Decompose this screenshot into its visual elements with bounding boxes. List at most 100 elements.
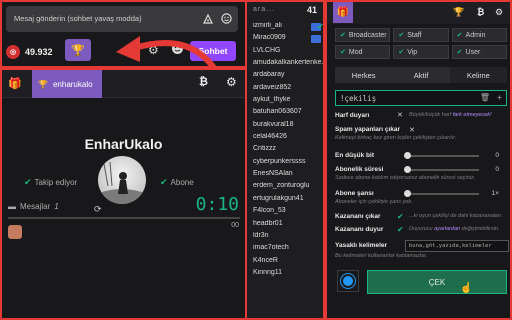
chat-bubble-icon: ▬ (8, 202, 16, 211)
username: celal46426 (253, 133, 287, 141)
user-list-item[interactable]: headbr01 (247, 220, 325, 232)
duyur-hint-link[interactable]: ayarlardan (434, 226, 460, 232)
role-checkbox[interactable]: ✔ Admin (451, 28, 507, 42)
gift-tab[interactable]: 🎁 (333, 1, 353, 23)
chat-panel: Mesaj gönderin (sohbet yavaş modda) ◎ 49… (0, 0, 247, 320)
user-list-item[interactable]: ertugrulakgun41 (247, 195, 325, 207)
x-icon[interactable]: ✕ (409, 126, 415, 134)
bit-value: 0 (495, 152, 499, 159)
follow-status-left: ✔ Takip ediyor (24, 177, 77, 188)
user-list-item[interactable]: cyberpunkerssss (247, 158, 325, 170)
check-icon: ✔ (398, 32, 405, 39)
role-checkbox[interactable]: ✔ Broadcaster (335, 28, 391, 42)
username: F4lcon_53 (253, 207, 286, 215)
timer: 0:10 (195, 194, 239, 215)
gear-icon[interactable]: ⚙ (226, 75, 237, 89)
role-filters: ✔ Broadcaster ✔ Staff ✔ Admin ✔ Mod ✔ Vip ✔ User (335, 28, 507, 59)
role-label: Admin (465, 31, 486, 39)
tab-kelime[interactable]: Kelime (449, 67, 507, 83)
role-checkbox[interactable]: ✔ Staff (393, 28, 449, 42)
user-list: ara... izmirli_ali ✔ Mirac0909 LVLCHG amudak… (247, 0, 325, 320)
user-list-item[interactable]: K4nceR (247, 257, 325, 269)
check-icon: ✔ (456, 32, 463, 39)
hand-cursor-icon: ☝ (460, 283, 473, 294)
user-list-item[interactable]: Kinnng11 (247, 269, 325, 281)
refresh-icon[interactable]: ⟳ (94, 204, 102, 215)
username: burakvural18 (253, 120, 294, 128)
username: ertugrulakgun41 (253, 194, 304, 202)
check-icon: ✔ (340, 49, 346, 56)
username: batuhan063607 (253, 108, 302, 116)
trophy-button[interactable]: 🏆 (65, 39, 91, 61)
plugin-bar: 🎁 🏆 enharukalo ₿ ⚙ (2, 70, 245, 98)
user-list-item[interactable]: Critizzz (247, 145, 325, 157)
role-label: Broadcaster (348, 31, 387, 39)
role-checkbox[interactable]: ✔ Mod (335, 45, 391, 59)
option-abonelik: Abonelik süresi 0 Sadece abone katılım i… (335, 166, 507, 181)
option-spam: Spam yapanları çıkar ✕ Kelimeyi birkaç k… (335, 126, 507, 141)
username: izmirli_ali (253, 22, 282, 29)
bitcoin-icon[interactable]: ₿ (477, 7, 484, 17)
plus-icon[interactable]: + (497, 93, 502, 102)
role-checkbox[interactable]: ✔ User (451, 45, 507, 59)
username: aykut_thyke (253, 96, 291, 104)
user-list-item[interactable]: celal46426 (247, 133, 325, 145)
plugin-tab[interactable]: 🏆 enharukalo (32, 70, 102, 98)
panel-header: 41 🎁 🏆 ₿ ⚙ (307, 0, 512, 24)
user-list-item[interactable]: aykut_thyke (247, 96, 325, 108)
user-list-item[interactable]: burakvural18 (247, 121, 325, 133)
check-icon: ✔ (24, 177, 32, 187)
username: Kinnng11 (253, 268, 283, 276)
draw-button[interactable]: ÇEK (367, 270, 507, 294)
option-bit: En düşük bit 0 (335, 152, 507, 159)
messages-label: ▬ Mesajlar 1 (8, 202, 59, 211)
bit-slider[interactable] (404, 152, 479, 159)
vip-badge-icon (311, 35, 321, 44)
option-kazanan-cikar: Kazananı çıkar ✔ ...ki oyun çekilişi de … (335, 212, 507, 221)
user-list-item[interactable]: F4lcon_53 (247, 207, 325, 219)
bitcoin-icon[interactable]: ₿ (199, 76, 213, 90)
chat-user-avatar (8, 225, 22, 239)
keyword-value: !çekiliş (340, 94, 377, 103)
user-list-item[interactable]: Mirac0909 (247, 34, 325, 46)
user-list-item[interactable]: LVLCHG (247, 47, 325, 59)
check-icon[interactable]: ✔ (397, 212, 404, 221)
user-list-item[interactable]: ldr3n (247, 232, 325, 244)
role-label: User (465, 48, 481, 56)
user-list-item[interactable]: batuhan063607 (247, 108, 325, 120)
messages-text: Mesajlar (20, 202, 51, 211)
tab-aktif[interactable]: Aktif (392, 67, 449, 83)
keyword-input[interactable]: !çekiliş 🗑 + (335, 90, 507, 106)
plugin-tab-label: enharukalo (52, 79, 93, 89)
trophy-icon[interactable]: 🏆 (453, 7, 464, 18)
user-list-item[interactable]: erdem_zonturoglu (247, 182, 325, 194)
yasakli-input[interactable]: buna,göt,yazıda,kelimeler (405, 240, 509, 252)
channel-points-icon[interactable]: ◎ (6, 45, 20, 59)
user-list-item[interactable]: imac7otech (247, 244, 325, 256)
follow-label-right: Abone (170, 178, 194, 187)
check-icon: ✔ (317, 22, 324, 31)
giveaway-panel: 41 🎁 🏆 ₿ ⚙ ✔ Broadcaster ✔ Staff ✔ Admin ✔ Mod ✔… (307, 0, 512, 320)
user-list-item[interactable]: amudakalkankertenke... (247, 59, 325, 71)
role-checkbox[interactable]: ✔ Vip (393, 45, 449, 59)
gear-icon[interactable]: ⚙ (495, 7, 503, 18)
tab-herkes[interactable]: Herkes (335, 67, 392, 83)
check-icon[interactable]: ✔ (397, 225, 404, 234)
username: Critizzz (253, 145, 276, 153)
check-icon: ✔ (340, 32, 346, 39)
x-icon[interactable]: ✕ (397, 111, 403, 119)
abonelik-slider[interactable] (404, 166, 479, 173)
abone-sans-slider[interactable] (404, 190, 479, 197)
user-list-item[interactable]: izmirli_ali ✔ (247, 22, 325, 34)
kazanan-cikar-hint: ...ki oyun çekilişi de dahi kazananaları… (409, 213, 503, 219)
user-list-item[interactable]: EnesNSAlan (247, 170, 325, 182)
gift-icon[interactable]: 🎁 (8, 77, 22, 90)
user-list-item[interactable]: ardabaray (247, 71, 325, 83)
spam-hint: Kelimeyi birkaç kez giren kişiler çekili… (335, 135, 457, 141)
user-list-item[interactable]: ardaveiz852 (247, 84, 325, 96)
messages-count: 1 (54, 202, 59, 211)
duel-username: EnharUkalo (84, 136, 163, 152)
trash-icon[interactable]: 🗑 (480, 93, 490, 102)
check-icon: ✔ (456, 49, 463, 56)
radio-button[interactable] (337, 270, 359, 292)
